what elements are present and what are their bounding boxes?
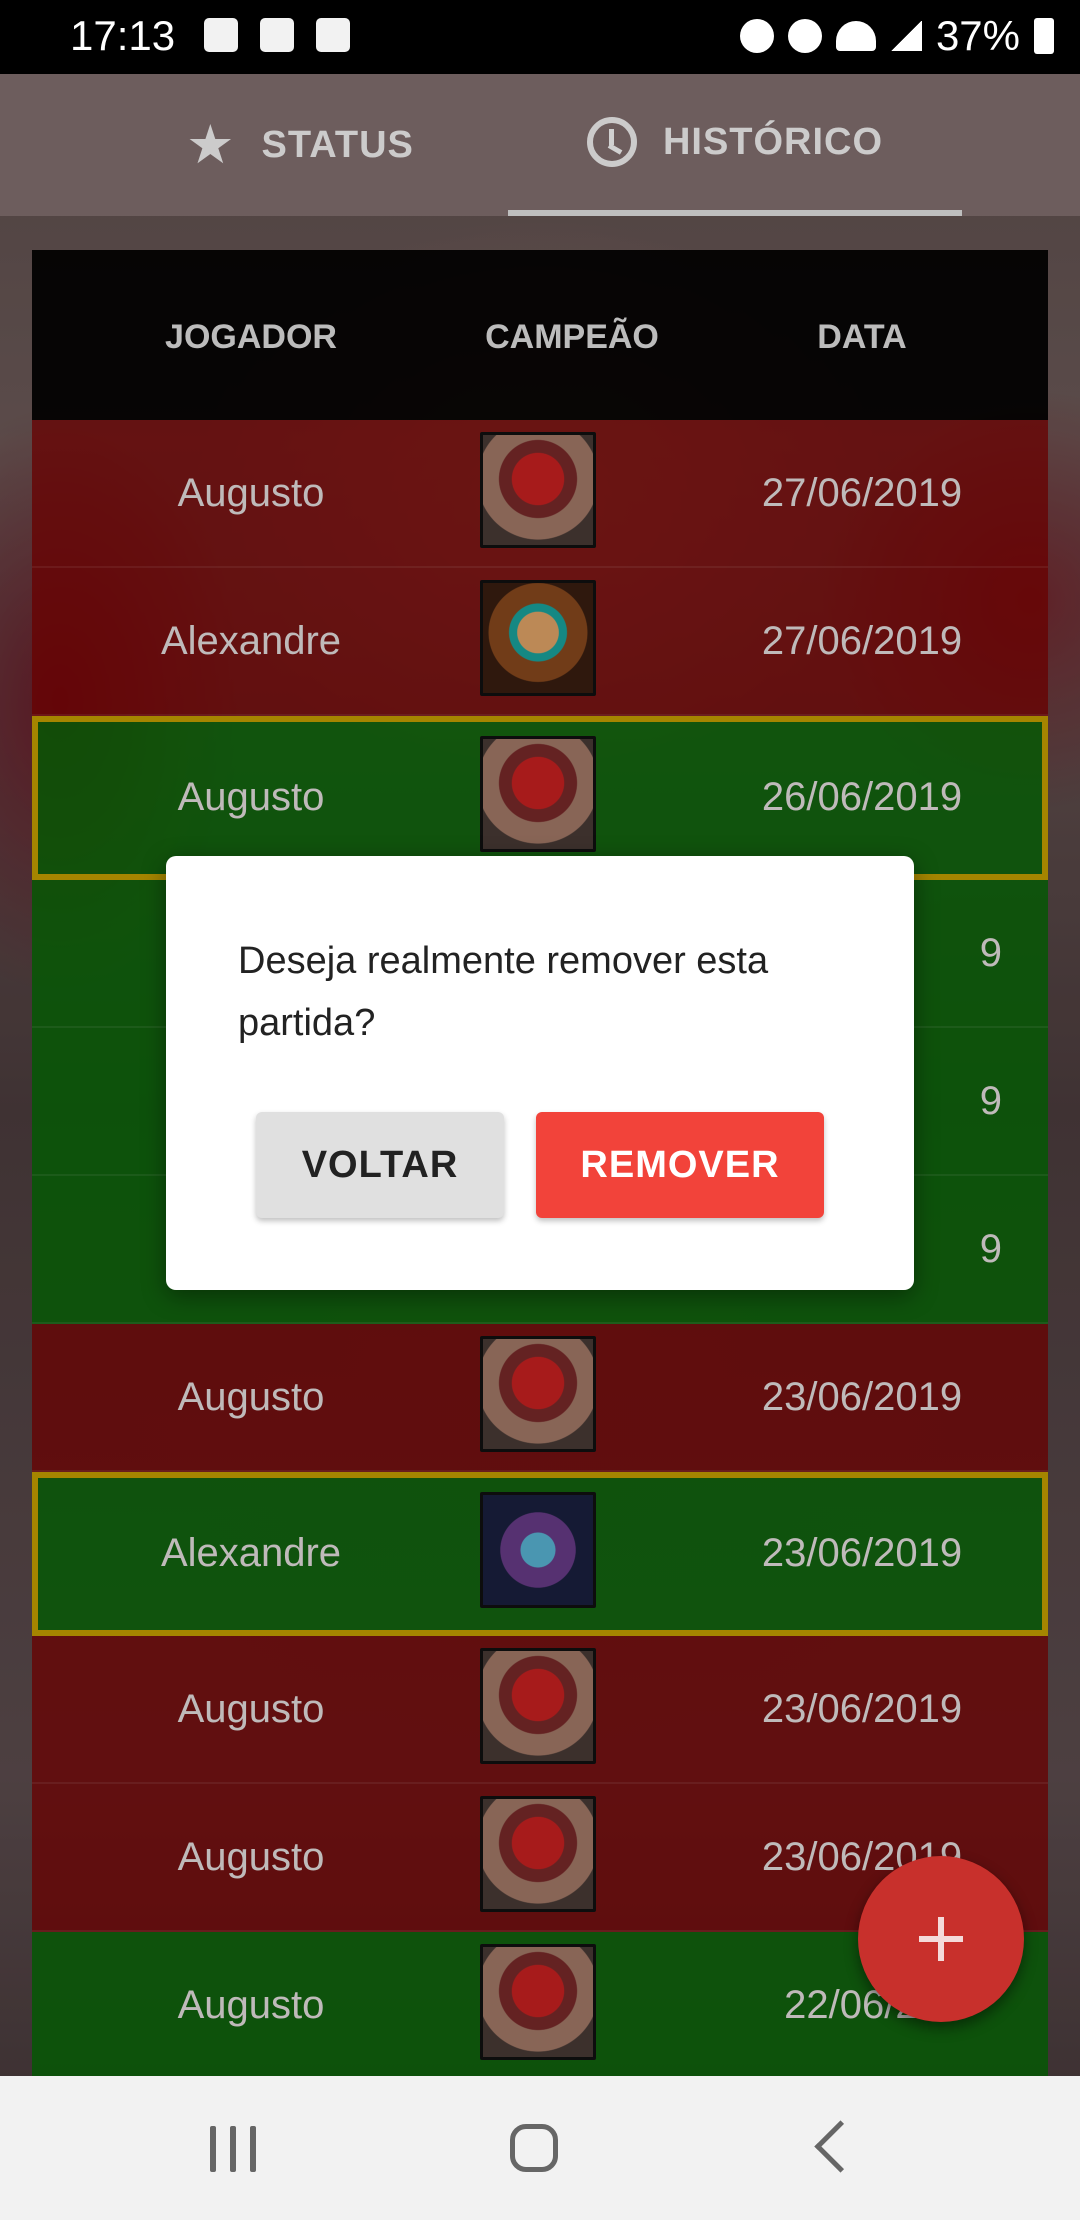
- plus-icon: [919, 1917, 963, 1961]
- remove-button[interactable]: REMOVER: [536, 1112, 824, 1218]
- image-notification-icon: [204, 18, 238, 52]
- status-bar: 17:13 37%: [0, 0, 1080, 74]
- home-icon[interactable]: [510, 2124, 558, 2172]
- alarm-icon: [739, 19, 774, 53]
- mute-icon: [787, 19, 822, 53]
- remove-confirmation-dialog: Deseja realmente remover esta partida? V…: [166, 856, 914, 1290]
- battery-icon: [1034, 18, 1054, 54]
- back-button[interactable]: VOLTAR: [256, 1112, 504, 1218]
- back-icon[interactable]: [814, 2120, 867, 2173]
- system-icons: 37%: [739, 12, 1054, 60]
- notification-icons: [204, 18, 350, 52]
- navigation-bar: [0, 2076, 1080, 2220]
- recent-apps-icon[interactable]: [210, 2126, 256, 2172]
- add-match-button[interactable]: [858, 1856, 1024, 2022]
- clock-notification-icon: [316, 18, 350, 52]
- wifi-icon: [835, 21, 876, 51]
- status-time: 17:13: [70, 12, 176, 59]
- signal-icon: [889, 21, 922, 51]
- game-notification-icon: [260, 18, 294, 52]
- dialog-message: Deseja realmente remover esta partida?: [238, 940, 769, 1044]
- battery-percent: 37%: [935, 12, 1020, 59]
